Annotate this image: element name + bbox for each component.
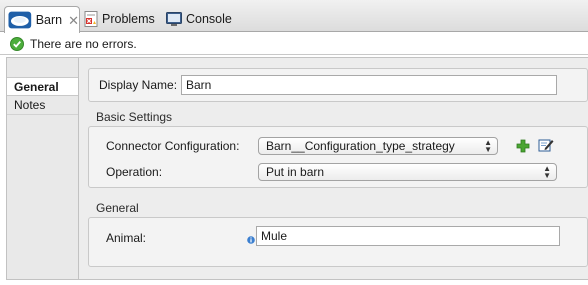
animal-input[interactable] (256, 226, 560, 246)
info-icon (247, 236, 255, 244)
sidebar-item-label: General (14, 79, 59, 94)
display-name-label: Display Name: (99, 78, 178, 92)
plus-icon[interactable] (515, 138, 531, 154)
basic-settings-box: Connector Configuration: Barn__Configura… (88, 126, 588, 188)
check-circle-icon (10, 36, 24, 51)
updown-arrows-icon: ▲ ▼ (484, 138, 492, 154)
operation-select[interactable]: Put in barn ▲ ▼ (258, 163, 557, 181)
barn-cloud-icon (8, 11, 32, 29)
edit-icon[interactable] (538, 137, 554, 153)
operation-value: Put in barn (266, 165, 325, 179)
tab-barn-label: Barn (35, 13, 63, 27)
console-icon (166, 12, 182, 26)
general-section-title: General (96, 201, 139, 215)
tab-barn[interactable]: Barn ✕ (4, 6, 80, 33)
validation-status-row: There are no errors. (0, 33, 588, 55)
general-settings-box: Animal: (88, 217, 588, 267)
close-tab-icon[interactable]: ✕ (68, 14, 79, 27)
sidebar-item-general[interactable]: General (7, 77, 78, 96)
tab-problems-label: Problems (102, 12, 155, 26)
problems-icon (84, 11, 98, 27)
section-nav: General Notes (6, 57, 79, 280)
properties-panel: Display Name: Basic Settings Connector C… (79, 57, 588, 280)
display-name-box: Display Name: (88, 68, 588, 102)
editor-tab-bar: Barn ✕ Problems Console (0, 0, 588, 33)
connector-config-value: Barn__Configuration_type_strategy (266, 139, 455, 153)
tab-console[interactable]: Console (166, 6, 232, 32)
connector-config-label: Connector Configuration: (106, 139, 240, 153)
sidebar-item-notes[interactable]: Notes (7, 96, 78, 115)
tab-problems[interactable]: Problems (84, 6, 155, 32)
connector-config-select[interactable]: Barn__Configuration_type_strategy ▲ ▼ (258, 137, 498, 155)
validation-message: There are no errors. (30, 36, 137, 51)
sidebar-item-label: Notes (14, 98, 46, 112)
updown-arrows-icon: ▲ ▼ (543, 164, 551, 180)
tab-console-label: Console (186, 12, 232, 26)
basic-settings-title: Basic Settings (96, 110, 173, 124)
operation-label: Operation: (106, 165, 163, 179)
animal-label: Animal: (106, 231, 147, 245)
display-name-input[interactable] (181, 75, 557, 95)
